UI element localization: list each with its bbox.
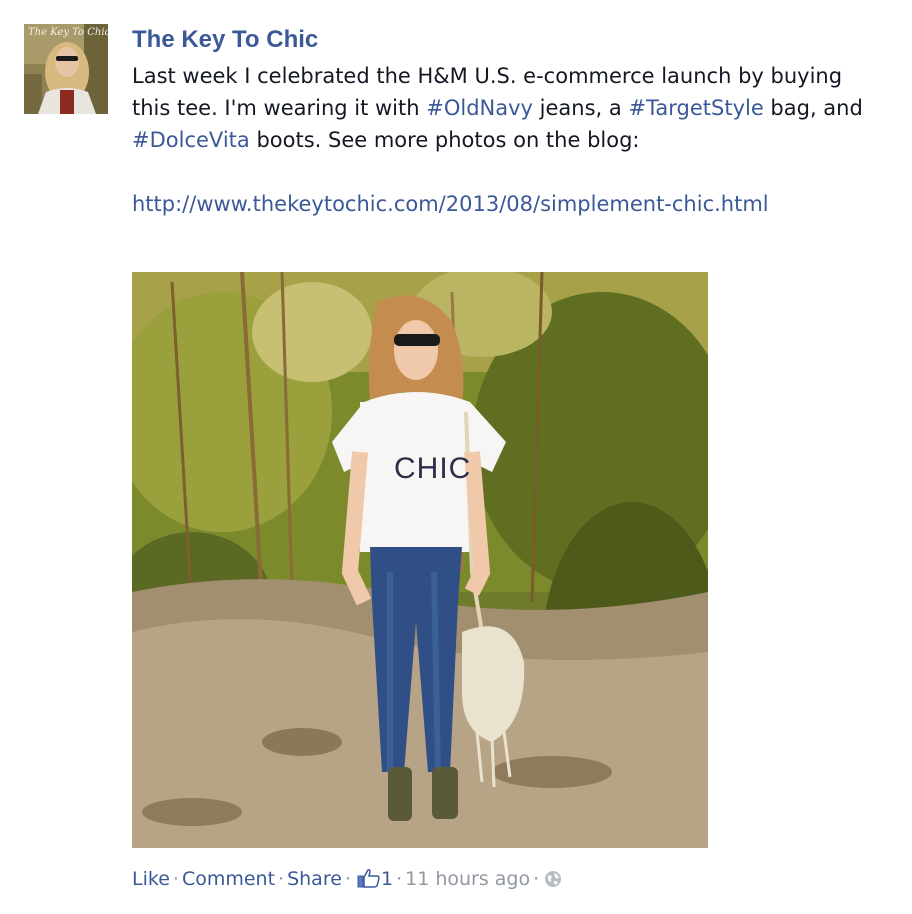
outfit-photo-image (132, 272, 708, 848)
separator-dot: · (344, 868, 351, 890)
like-button[interactable]: Like (132, 868, 170, 890)
avatar-caption: The Key To Chic (28, 27, 108, 38)
post-message: Last week I celebrated the H&M U.S. e-co… (132, 60, 872, 156)
thumbs-up-icon[interactable] (357, 867, 381, 897)
post-timestamp[interactable]: 11 hours ago (405, 868, 530, 890)
separator-dot: · (396, 868, 403, 890)
shirt-print-text: CHIC (394, 452, 472, 485)
like-count[interactable]: 1 (381, 868, 393, 890)
post-action-bar: Like · Comment · Share · 1 · 11 hours ago · (132, 864, 562, 897)
message-text: bag, and (763, 96, 863, 120)
profile-avatar[interactable]: The Key To Chic (24, 24, 108, 114)
separator-dot: · (533, 868, 540, 890)
author-name-link[interactable]: The Key To Chic (132, 26, 318, 54)
hashtag-dolcevita-link[interactable]: #DolceVita (132, 128, 250, 152)
share-button[interactable]: Share (287, 868, 342, 890)
blog-url-link[interactable]: http://www.thekeytochic.com/2013/08/simp… (132, 188, 892, 220)
comment-button[interactable]: Comment (182, 868, 275, 890)
separator-dot: · (172, 868, 179, 890)
hashtag-oldnavy-link[interactable]: #OldNavy (426, 96, 533, 120)
message-text: boots. See more photos on the blog: (249, 128, 640, 152)
post-body: The Key To Chic Last week I celebrated t… (132, 26, 892, 220)
hashtag-targetstyle-link[interactable]: #TargetStyle (628, 96, 763, 120)
post-photo[interactable]: CHIC (132, 272, 708, 848)
globe-icon[interactable] (544, 867, 562, 897)
separator-dot: · (278, 868, 285, 890)
message-text: jeans, a (532, 96, 629, 120)
